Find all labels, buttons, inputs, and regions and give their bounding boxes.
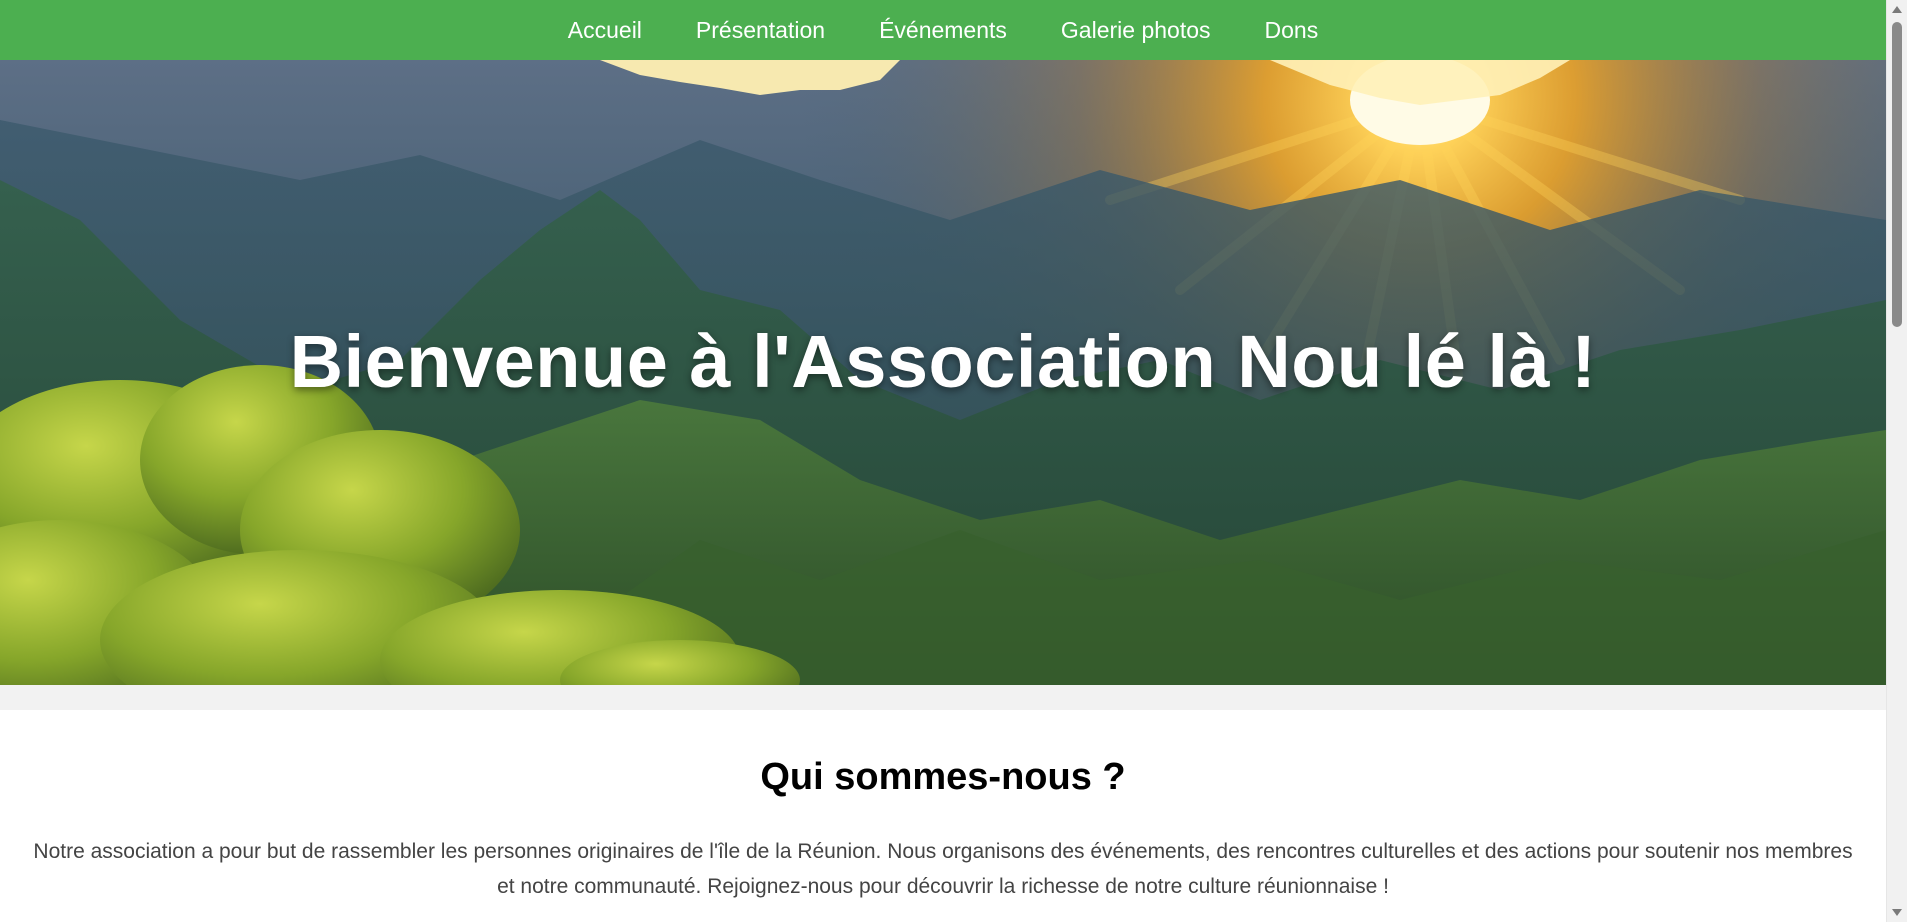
scroll-down-arrow-icon[interactable] — [1892, 909, 1902, 916]
top-navbar: Accueil Présentation Événements Galerie … — [0, 0, 1886, 60]
hero-banner: Bienvenue à l'Association Nou lé là ! — [0, 60, 1886, 685]
nav-item-dons[interactable]: Dons — [1238, 0, 1346, 60]
vertical-scrollbar[interactable] — [1886, 0, 1907, 922]
section-divider — [0, 685, 1886, 710]
about-text: Notre association a pour but de rassembl… — [33, 840, 1853, 898]
page-viewport: Accueil Présentation Événements Galerie … — [0, 0, 1886, 922]
scroll-up-arrow-icon[interactable] — [1892, 6, 1902, 13]
about-section: Qui sommes-nous ? Notre association a po… — [0, 710, 1886, 922]
scrollbar-thumb[interactable] — [1892, 22, 1902, 327]
nav-menu: Accueil Présentation Événements Galerie … — [541, 0, 1345, 60]
nav-item-evenements[interactable]: Événements — [852, 0, 1034, 60]
nav-item-accueil[interactable]: Accueil — [541, 0, 669, 60]
nav-item-presentation[interactable]: Présentation — [669, 0, 852, 60]
hero-title: Bienvenue à l'Association Nou lé là ! — [289, 320, 1597, 403]
nav-item-galerie-photos[interactable]: Galerie photos — [1034, 0, 1238, 60]
about-title: Qui sommes-nous ? — [760, 756, 1126, 798]
